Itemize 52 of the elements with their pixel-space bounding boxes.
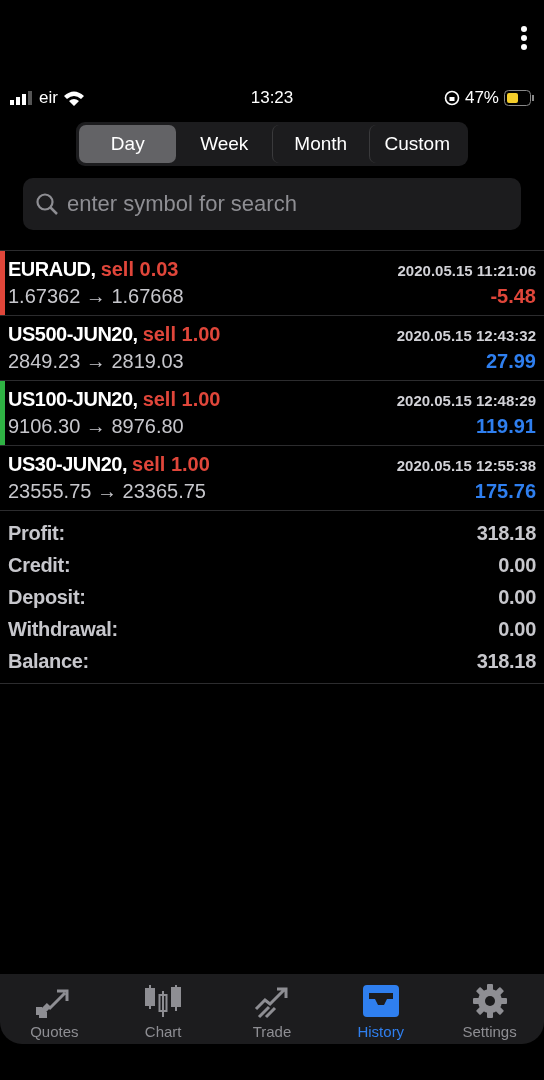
deal-time: 2020.05.15 11:21:06: [397, 262, 536, 279]
inbox-tray-icon: [360, 983, 401, 1019]
period-tab[interactable]: Day: [79, 125, 176, 163]
summary-value: 0.00: [498, 617, 536, 641]
deal-result: 119.91: [475, 415, 536, 438]
search-field[interactable]: enter symbol for search: [23, 178, 521, 230]
summary-value: 0.00: [498, 585, 536, 609]
tab-bar-item[interactable]: Quotes: [0, 974, 109, 1044]
battery-percent: 47%: [464, 88, 499, 108]
settings-icon: [470, 983, 509, 1019]
more-icon[interactable]: [520, 26, 528, 50]
wifi-icon: [62, 90, 85, 106]
clock-time: 13:23: [250, 88, 294, 108]
deal-action: sell 1.00: [142, 323, 221, 345]
tab-bar-item[interactable]: History: [326, 974, 436, 1044]
summary-label: Withdrawal:: [8, 617, 118, 641]
deal-result: 175.76: [474, 480, 536, 503]
summary-label: Credit:: [8, 553, 71, 577]
period-tab[interactable]: Month: [272, 125, 369, 163]
deal-action: sell 0.03: [100, 258, 179, 280]
signal-icon: [10, 91, 34, 105]
trend-arrow-icon: [253, 985, 291, 1019]
deal-time: 2020.05.15 12:48:29: [396, 392, 536, 409]
deal-symbol: US30-JUN20,: [8, 453, 127, 475]
summary-value: 0.00: [498, 553, 536, 577]
deal-result: -5.48: [490, 285, 536, 308]
deal-prices: 1.67362 → 1.67668: [8, 285, 184, 308]
deal-action: sell 1.00: [142, 388, 221, 410]
summary-label: Balance:: [8, 649, 89, 673]
candlestick-icon: [144, 983, 183, 1019]
deal-symbol: EURAUD,: [8, 258, 96, 280]
deal-time: 2020.05.15 12:43:32: [396, 327, 536, 344]
deal-action: sell 1.00: [132, 453, 210, 475]
deal-prices: 9106.30 → 8976.80: [8, 415, 184, 438]
summary-label: Deposit:: [8, 585, 86, 609]
battery-icon: [504, 90, 534, 106]
carrier-name: eir: [39, 88, 58, 108]
summary-value: 318.18: [476, 521, 536, 545]
summary-label: Profit:: [8, 521, 65, 545]
deal-symbol: US100-JUN20,: [8, 388, 138, 410]
tab-bar-item[interactable]: Chart: [108, 974, 218, 1044]
tab-bar-item[interactable]: Settings: [435, 974, 544, 1044]
deal-result: 27.99: [485, 350, 536, 373]
deal-time: 2020.05.15 12:55:38: [396, 457, 536, 474]
tab-bar-item[interactable]: Trade: [217, 974, 327, 1044]
rotation-lock-icon: [443, 90, 460, 106]
period-tab[interactable]: Week: [175, 125, 272, 163]
period-tab[interactable]: Custom: [368, 125, 465, 163]
summary-value: 318.18: [476, 649, 536, 673]
deal-prices: 23555.75 → 23365.75: [8, 480, 206, 503]
deal-prices: 2849.23 → 2819.03: [8, 350, 184, 373]
deal-symbol: US500-JUN20,: [8, 323, 138, 345]
